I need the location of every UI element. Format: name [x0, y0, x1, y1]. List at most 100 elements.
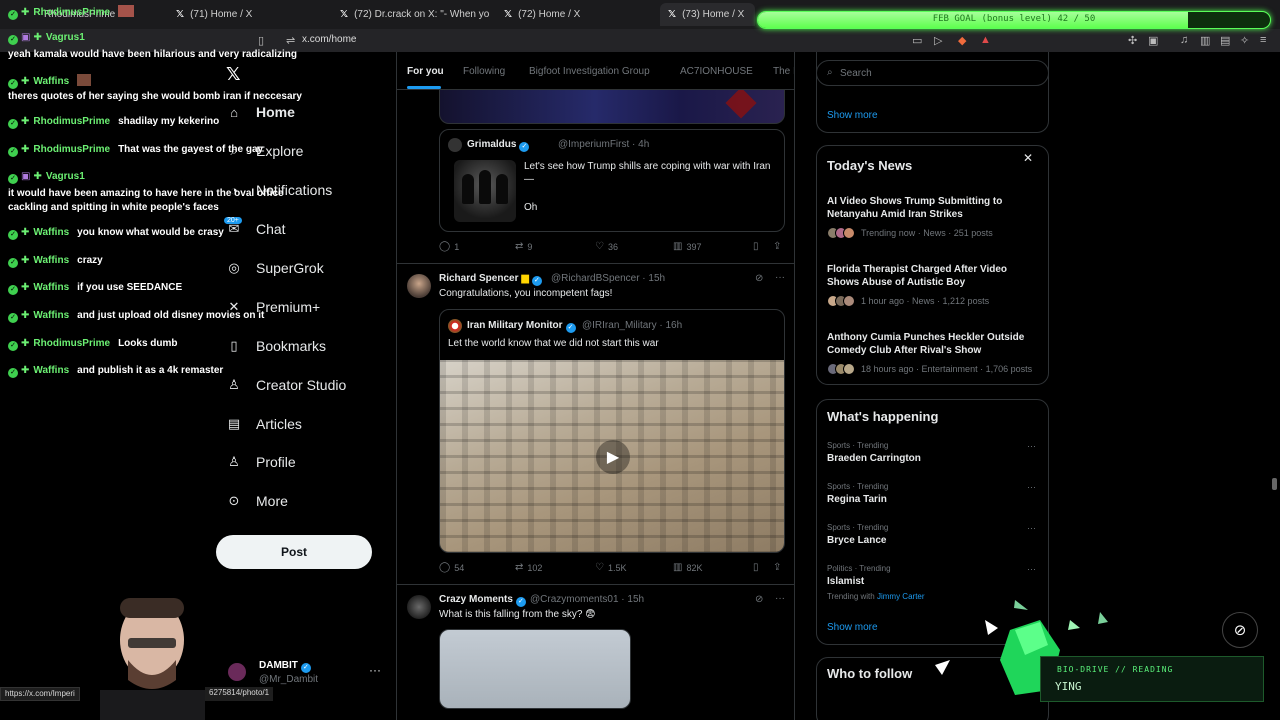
news-item-title[interactable]: Florida Therapist Charged After Video Sh…	[827, 263, 1037, 289]
panel-title: What's happening	[827, 409, 939, 424]
todays-news-panel: Today's News ✕ AI Video Shows Trump Subm…	[816, 145, 1049, 385]
close-icon[interactable]: ✕	[1023, 151, 1033, 165]
more-dots-icon[interactable]: ···	[775, 272, 785, 283]
share-button[interactable]: ⇪	[773, 241, 781, 252]
repost-button[interactable]: ⇄ 102	[515, 562, 542, 573]
show-more-link[interactable]: Show more	[827, 622, 878, 633]
wallet2-icon[interactable]: ▤	[1220, 34, 1230, 47]
avatar[interactable]	[407, 595, 431, 619]
panel-title: Today's News	[827, 158, 913, 173]
post-image[interactable]	[439, 90, 785, 124]
account-switcher[interactable]: DAMBIT ✓ @Mr_Dambit ···	[228, 657, 383, 687]
quote-tweet[interactable]: Iran Military Monitor ✓ @IRIran_Military …	[439, 309, 785, 553]
bookmark-button[interactable]: ▯	[753, 562, 759, 573]
quote-text-2: Oh	[524, 202, 538, 213]
media-icon[interactable]: ♫	[1180, 34, 1188, 46]
stream-chat-overlay: ✓ ✚ RhodimusPrime ✓ ▣ ✚ Vagrus1 yeah kamala w…	[0, 0, 302, 390]
chat-message: ✓ ✚ Waffins crazy	[8, 255, 103, 268]
repost-button[interactable]: ⇄ 9	[515, 241, 532, 252]
play-icon[interactable]: ▶	[596, 440, 630, 474]
like-button[interactable]: ♡ 36	[595, 241, 618, 252]
feed-tabs: For you Following Bigfoot Investigation …	[397, 52, 794, 90]
tab-for-you[interactable]: For you	[407, 66, 444, 77]
grok-icon[interactable]: ⊘	[755, 273, 763, 284]
tab-label: (72) Home / X	[518, 9, 581, 20]
verified-icon: ✓	[300, 663, 311, 673]
scrollbar-thumb[interactable]	[1272, 478, 1277, 490]
more-dots-icon[interactable]: ···	[775, 593, 785, 604]
browser-tab-3[interactable]: 𝕏 (72) Dr.crack on X: "- When you	[332, 3, 490, 26]
video-thumbnail[interactable]: ▶	[440, 360, 784, 552]
cast-icon[interactable]: ▭	[912, 34, 922, 47]
show-more-link[interactable]: Show more	[827, 110, 878, 121]
more-dots-icon[interactable]: ···	[1027, 564, 1036, 574]
brave-shield-icon[interactable]: ◆	[958, 34, 966, 47]
post-button[interactable]: Post	[216, 535, 372, 569]
grok-chat-button[interactable]: ⊘	[1222, 612, 1258, 648]
more-dots-icon[interactable]: ···	[369, 663, 381, 677]
more-dots-icon[interactable]: ···	[1027, 482, 1036, 492]
tab-bigfoot[interactable]: Bigfoot Investigation Group	[529, 66, 650, 77]
quote-thumbnail[interactable]	[454, 160, 516, 222]
avatar	[448, 138, 462, 152]
views-icon: ▥	[673, 241, 683, 252]
wallet-icon[interactable]: ▣	[1148, 34, 1158, 47]
nav-label: Profile	[256, 454, 296, 470]
views-button[interactable]: ▥ 397	[673, 241, 701, 252]
articles-icon: ▤	[227, 416, 241, 431]
reply-button[interactable]: ◯ 1	[439, 241, 459, 252]
nav-item-articles[interactable]: ▤ Articles	[226, 416, 302, 432]
chat-text: theres quotes of her saying she would bo…	[8, 91, 302, 102]
grok-icon[interactable]: ⊘	[755, 594, 763, 605]
more-dots-icon[interactable]: ···	[1027, 523, 1036, 533]
trend-name[interactable]: Bryce Lance	[827, 535, 886, 546]
diamond-badge-icon: ✚	[21, 227, 30, 238]
avatar[interactable]	[407, 274, 431, 298]
divider	[397, 263, 794, 264]
trend-name[interactable]: Braeden Carrington	[827, 453, 921, 464]
tab-overflow[interactable]: The I	[773, 66, 794, 77]
trend-name[interactable]: Regina Tarin	[827, 494, 887, 505]
news-item-title[interactable]: Anthony Cumia Punches Heckler Outside Co…	[827, 331, 1037, 357]
chat-message: ✓ ✚ Waffins and publish it as a 4k remaster	[8, 365, 223, 378]
news-item-title[interactable]: AI Video Shows Trump Submitting to Netan…	[827, 195, 1037, 221]
quote-author-name[interactable]: Grimaldus ✓	[467, 139, 530, 152]
post-author-name[interactable]: Crazy Moments ✓	[439, 594, 526, 607]
menu-icon[interactable]: ≡	[1260, 34, 1266, 46]
tab-following[interactable]: Following	[463, 66, 505, 77]
heart-icon: ♡	[595, 562, 604, 573]
trend-name[interactable]: Islamist	[827, 576, 864, 587]
quote-tweet[interactable]: Grimaldus ✓ @ImperiumFirst · 4h Let's see…	[439, 129, 785, 232]
quote-author-name[interactable]: Iran Military Monitor ✓	[467, 320, 576, 333]
views-button[interactable]: ▥ 82K	[673, 562, 702, 573]
reply-icon: ◯	[439, 241, 451, 252]
share-button[interactable]: ⇪	[773, 562, 781, 573]
nav-item-more[interactable]: ⊙ More	[226, 493, 288, 509]
nav-item-profile[interactable]: ♙ Profile	[226, 454, 296, 470]
tab-actionhouse[interactable]: AC7IONHOUSE	[680, 66, 753, 77]
url-text[interactable]: x.com/home	[302, 34, 356, 45]
account-handle: @Mr_Dambit	[259, 674, 319, 685]
heart-icon: ♡	[595, 241, 604, 252]
ai-icon[interactable]: ✧	[1240, 34, 1249, 47]
reply-button[interactable]: ◯ 54	[439, 562, 464, 573]
browser-tab-5[interactable]: 𝕏 (73) Home / X	[660, 3, 755, 26]
more-dots-icon[interactable]: ···	[1027, 441, 1036, 451]
mod-badge-icon: ✓	[8, 313, 18, 323]
sidebar-toggle-icon[interactable]: ▥	[1200, 34, 1210, 47]
trend-link[interactable]: Jimmy Carter	[877, 592, 925, 601]
image-detail	[725, 90, 757, 119]
extensions-icon[interactable]: ✣	[1128, 34, 1137, 47]
bookmark-button[interactable]: ▯	[753, 241, 759, 252]
post-image[interactable]	[439, 629, 631, 709]
status-bar-url: https://x.com/Imperi	[0, 687, 80, 701]
mod-badge-icon: ✓	[8, 119, 18, 129]
browser-tab-4[interactable]: 𝕏 (72) Home / X	[496, 3, 654, 26]
tab-label: (73) Home / X	[682, 9, 745, 20]
play-icon[interactable]: ▷	[934, 34, 942, 47]
rewards-icon[interactable]: ▲	[980, 34, 991, 46]
chat-message: ✓ ✚ RhodimusPrime shadilay my kekerino	[8, 116, 219, 129]
divider	[397, 584, 794, 585]
like-button[interactable]: ♡ 1.5K	[595, 562, 626, 573]
post-author-name[interactable]: Richard Spencer ▆ ✓	[439, 273, 542, 286]
